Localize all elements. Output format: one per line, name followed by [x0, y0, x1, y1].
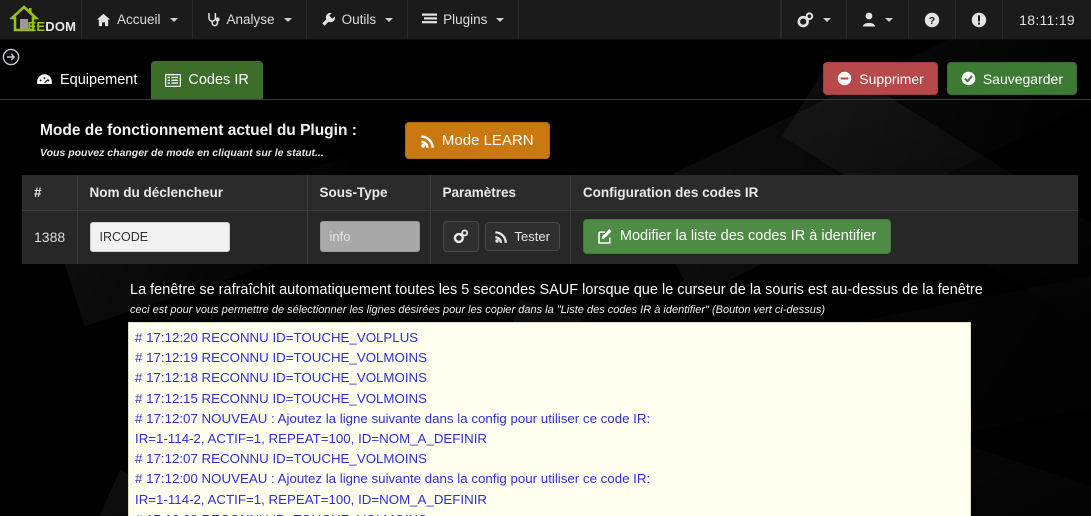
brand-logo[interactable]: EEDOM	[0, 0, 82, 39]
question-circle-icon: ?	[924, 12, 940, 28]
test-button-label: Tester	[514, 229, 550, 244]
nav-help-menu[interactable]: ?	[909, 0, 957, 39]
nav-info-menu[interactable]	[956, 0, 1004, 39]
nav-gears-menu[interactable]	[781, 0, 848, 39]
table-header-row: # Nom du déclencheur Sous-Type Paramètre…	[22, 175, 1078, 211]
tab-list: Equipement Codes IR	[22, 61, 263, 99]
gears-icon	[797, 11, 814, 28]
chevron-down-icon	[283, 17, 292, 22]
log-line[interactable]: IR=1-114-2, ACTIF=1, REPEAT=100, ID=NOM_…	[135, 429, 964, 449]
tab-codes-ir-label: Codes IR	[188, 72, 249, 88]
log-line[interactable]: IR=1-114-2, ACTIF=1, REPEAT=100, ID=NOM_…	[135, 490, 964, 510]
mode-learn-button[interactable]: Mode LEARN	[404, 122, 550, 159]
edit-ir-codes-list-label: Modifier la liste des codes IR à identif…	[619, 228, 877, 245]
tab-equipement[interactable]: Equipement	[22, 61, 151, 99]
edit-ir-codes-list-button[interactable]: Modifier la liste des codes IR à identif…	[582, 219, 892, 254]
stethoscope-icon	[207, 12, 221, 27]
check-circle-icon	[961, 71, 976, 86]
tab-action-buttons: Supprimer Sauvegarder	[823, 62, 1077, 99]
nav-item-outils[interactable]: Outils	[307, 0, 409, 39]
dashboard-icon	[36, 73, 53, 87]
log-line[interactable]: # 17:12:15 RECONNU ID=TOUCHE_VOLMOINS	[135, 389, 964, 409]
log-line[interactable]: # 17:12:19 RECONNU ID=TOUCHE_VOLMOINS	[135, 348, 964, 368]
log-line[interactable]: # 17:12:20 RECONNU ID=TOUCHE_VOLPLUS	[135, 328, 964, 348]
nav-user-menu[interactable]	[847, 0, 910, 39]
rss-icon	[421, 134, 435, 148]
chevron-down-icon	[169, 17, 178, 22]
brand-text-white: DOM	[45, 18, 77, 34]
cell-params: Tester	[430, 210, 571, 264]
nav-item-analyse[interactable]: Analyse	[193, 0, 307, 39]
log-line[interactable]: # 17:12:00 RECONNU ID=TOUCHE_VOLMOINS	[135, 510, 964, 516]
tab-codes-ir[interactable]: Codes IR	[151, 61, 263, 99]
exclamation-circle-icon	[971, 12, 987, 28]
sidebar-toggle-button[interactable]	[2, 48, 20, 66]
nav-item-analyse-label: Analyse	[226, 12, 275, 27]
gears-icon	[453, 229, 469, 244]
col-header-id: #	[22, 175, 78, 211]
trigger-name-input[interactable]	[89, 221, 230, 252]
brand-text-green: EE	[27, 18, 46, 34]
mode-text-block: Mode de fonctionnement actuel du Plugin …	[40, 122, 357, 159]
mode-section: Mode de fonctionnement actuel du Plugin …	[40, 122, 1091, 159]
delete-button[interactable]: Supprimer	[823, 62, 938, 95]
subtype-input[interactable]	[319, 221, 420, 252]
refresh-notice-main: La fenêtre se rafraîchit automatiquement…	[130, 282, 983, 298]
navbar-right-group: ? 18:11:19	[781, 0, 1091, 39]
minus-circle-icon	[837, 71, 852, 86]
save-button[interactable]: Sauvegarder	[946, 62, 1077, 95]
top-navbar: EEDOM Accueil Analyse Outils Plugins ? 1…	[0, 0, 1091, 40]
chevron-down-icon	[385, 17, 394, 22]
nav-item-plugins-label: Plugins	[443, 12, 488, 27]
table-row: 1388 IRCODE info Tester Modifier la list…	[22, 210, 1078, 264]
mode-learn-button-label: Mode LEARN	[441, 132, 534, 149]
params-config-button[interactable]	[442, 221, 479, 252]
arrow-circle-right-icon	[2, 48, 20, 66]
svg-text:?: ?	[929, 14, 935, 26]
ir-codes-table: # Nom du déclencheur Sous-Type Paramètre…	[22, 175, 1078, 264]
cell-name	[77, 210, 308, 264]
list-icon	[422, 13, 438, 26]
chevron-down-icon	[496, 17, 505, 22]
refresh-notice-sub: ceci est pour vous permettre de sélectio…	[130, 304, 826, 316]
log-line[interactable]: # 17:12:18 RECONNU ID=TOUCHE_VOLMOINS	[135, 368, 964, 388]
tab-strip: Equipement Codes IR Supprimer Sauvegarde…	[0, 56, 1091, 100]
navbar-spacer	[519, 0, 782, 39]
mode-subtitle: Vous pouvez changer de mode en cliquant …	[40, 147, 324, 159]
col-header-name: Nom du déclencheur	[77, 175, 308, 211]
user-icon	[862, 12, 876, 27]
chevron-down-icon	[823, 17, 832, 22]
save-button-label: Sauvegarder	[982, 70, 1063, 87]
log-line[interactable]: # 17:12:07 RECONNU ID=TOUCHE_VOLMOINS	[135, 449, 964, 469]
col-header-config: Configuration des codes IR	[570, 175, 1078, 211]
ir-log-output[interactable]: # 17:12:20 RECONNU ID=TOUCHE_VOLPLUS # 1…	[128, 322, 971, 516]
chevron-down-icon	[885, 17, 894, 22]
log-line[interactable]: # 17:12:00 NOUVEAU : Ajoutez la ligne su…	[135, 469, 964, 489]
navbar-clock: 18:11:19	[1019, 11, 1075, 28]
cell-subtype	[307, 210, 431, 264]
tab-equipement-label: Equipement	[60, 72, 138, 88]
col-header-params: Paramètres	[430, 175, 571, 211]
test-button[interactable]: Tester	[484, 222, 560, 251]
nav-item-outils-label: Outils	[341, 12, 377, 27]
nav-item-plugins[interactable]: Plugins	[408, 0, 520, 39]
rss-icon	[494, 230, 508, 243]
list-alt-icon	[165, 73, 182, 87]
wrench-icon	[321, 12, 336, 27]
refresh-notice: La fenêtre se rafraîchit automatiquement…	[130, 282, 1091, 316]
cell-config: Modifier la liste des codes IR à identif…	[570, 210, 1078, 264]
brand-text: EEDOM	[28, 20, 77, 33]
nav-item-accueil-label: Accueil	[117, 12, 161, 27]
home-icon	[96, 13, 111, 27]
edit-icon	[598, 229, 613, 244]
log-line[interactable]: # 17:12:07 NOUVEAU : Ajoutez la ligne su…	[135, 409, 964, 429]
cell-id: 1388	[22, 210, 78, 264]
delete-button-label: Supprimer	[859, 70, 924, 87]
col-header-subtype: Sous-Type	[307, 175, 431, 211]
nav-item-accueil[interactable]: Accueil	[82, 0, 193, 39]
mode-title: Mode de fonctionnement actuel du Plugin …	[40, 122, 357, 139]
